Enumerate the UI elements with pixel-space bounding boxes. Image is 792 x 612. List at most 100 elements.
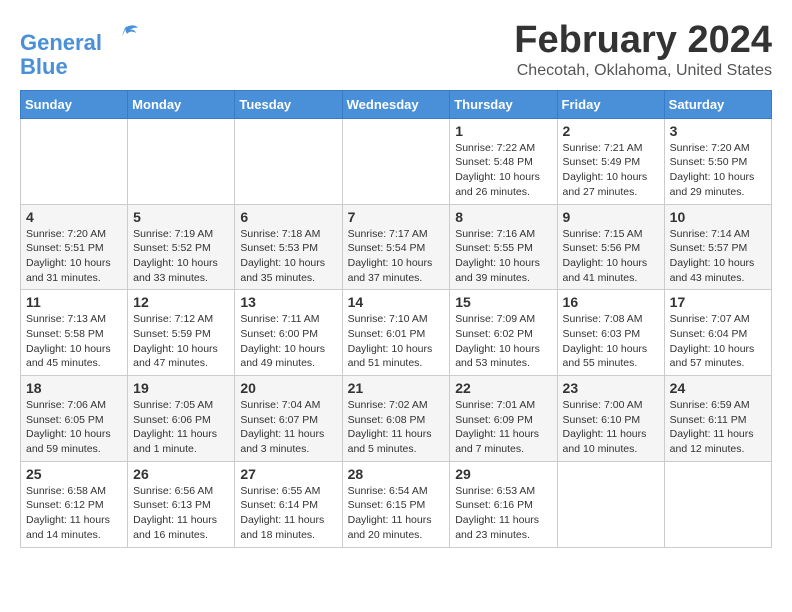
- calendar-cell: 2 Sunrise: 7:21 AM Sunset: 5:49 PM Daylig…: [557, 118, 664, 204]
- logo-blue: Blue: [20, 54, 68, 79]
- day-info: Sunrise: 6:53 AM Sunset: 6:16 PM Dayligh…: [455, 484, 551, 543]
- calendar-cell: 8 Sunrise: 7:16 AM Sunset: 5:55 PM Daylig…: [450, 204, 557, 290]
- day-number: 16: [563, 294, 659, 310]
- calendar-cell: 1 Sunrise: 7:22 AM Sunset: 5:48 PM Daylig…: [450, 118, 557, 204]
- calendar-cell: [664, 461, 771, 547]
- day-number: 15: [455, 294, 551, 310]
- calendar-cell: 22 Sunrise: 7:01 AM Sunset: 6:09 PM Dayli…: [450, 376, 557, 462]
- calendar-cell: 7 Sunrise: 7:17 AM Sunset: 5:54 PM Daylig…: [342, 204, 450, 290]
- calendar-cell: 10 Sunrise: 7:14 AM Sunset: 5:57 PM Dayli…: [664, 204, 771, 290]
- calendar-cell: 20 Sunrise: 7:04 AM Sunset: 6:07 PM Dayli…: [235, 376, 342, 462]
- day-number: 3: [670, 123, 766, 139]
- day-number: 7: [348, 209, 445, 225]
- calendar-cell: 28 Sunrise: 6:54 AM Sunset: 6:15 PM Dayli…: [342, 461, 450, 547]
- calendar-cell: 12 Sunrise: 7:12 AM Sunset: 5:59 PM Dayli…: [128, 290, 235, 376]
- calendar-cell: 9Sunrise: 7:15 AM Sunset: 5:56 PM Daylig…: [557, 204, 664, 290]
- calendar-cell: 25Sunrise: 6:58 AM Sunset: 6:12 PM Dayli…: [21, 461, 128, 547]
- calendar-cell: [557, 461, 664, 547]
- day-info: Sunrise: 6:56 AM Sunset: 6:13 PM Dayligh…: [133, 484, 229, 543]
- day-info: Sunrise: 7:05 AM Sunset: 6:06 PM Dayligh…: [133, 398, 229, 457]
- calendar-header-wednesday: Wednesday: [342, 90, 450, 118]
- day-number: 10: [670, 209, 766, 225]
- day-number: 17: [670, 294, 766, 310]
- calendar-header-row: SundayMondayTuesdayWednesdayThursdayFrid…: [21, 90, 772, 118]
- day-info: Sunrise: 7:21 AM Sunset: 5:49 PM Dayligh…: [563, 141, 659, 200]
- day-number: 29: [455, 466, 551, 482]
- day-number: 2: [563, 123, 659, 139]
- calendar-cell: 6 Sunrise: 7:18 AM Sunset: 5:53 PM Daylig…: [235, 204, 342, 290]
- day-number: 23: [563, 380, 659, 396]
- calendar-cell: 14 Sunrise: 7:10 AM Sunset: 6:01 PM Dayli…: [342, 290, 450, 376]
- calendar-cell: 13Sunrise: 7:11 AM Sunset: 6:00 PM Dayli…: [235, 290, 342, 376]
- day-number: 28: [348, 466, 445, 482]
- day-info: Sunrise: 7:02 AM Sunset: 6:08 PM Dayligh…: [348, 398, 445, 457]
- calendar-header-sunday: Sunday: [21, 90, 128, 118]
- day-info: Sunrise: 6:54 AM Sunset: 6:15 PM Dayligh…: [348, 484, 445, 543]
- day-info: Sunrise: 6:55 AM Sunset: 6:14 PM Dayligh…: [240, 484, 336, 543]
- day-number: 8: [455, 209, 551, 225]
- day-number: 6: [240, 209, 336, 225]
- day-info: Sunrise: 7:04 AM Sunset: 6:07 PM Dayligh…: [240, 398, 336, 457]
- day-number: 25: [26, 466, 122, 482]
- day-number: 4: [26, 209, 122, 225]
- calendar-header-saturday: Saturday: [664, 90, 771, 118]
- day-info: Sunrise: 7:09 AM Sunset: 6:02 PM Dayligh…: [455, 312, 551, 371]
- calendar-cell: 4 Sunrise: 7:20 AM Sunset: 5:51 PM Daylig…: [21, 204, 128, 290]
- day-number: 26: [133, 466, 229, 482]
- calendar-week-4: 18Sunrise: 7:06 AM Sunset: 6:05 PM Dayli…: [21, 376, 772, 462]
- calendar-cell: 24 Sunrise: 6:59 AM Sunset: 6:11 PM Dayli…: [664, 376, 771, 462]
- calendar-table: SundayMondayTuesdayWednesdayThursdayFrid…: [20, 90, 772, 548]
- calendar-week-2: 4 Sunrise: 7:20 AM Sunset: 5:51 PM Daylig…: [21, 204, 772, 290]
- calendar-cell: [342, 118, 450, 204]
- day-info: Sunrise: 7:18 AM Sunset: 5:53 PM Dayligh…: [240, 227, 336, 286]
- calendar-cell: 21 Sunrise: 7:02 AM Sunset: 6:08 PM Dayli…: [342, 376, 450, 462]
- page-header: General Blue February 2024 Checotah, Okl…: [20, 20, 772, 80]
- day-info: Sunrise: 7:11 AM Sunset: 6:00 PM Dayligh…: [240, 312, 336, 371]
- day-info: Sunrise: 7:00 AM Sunset: 6:10 PM Dayligh…: [563, 398, 659, 457]
- day-number: 20: [240, 380, 336, 396]
- day-info: Sunrise: 7:08 AM Sunset: 6:03 PM Dayligh…: [563, 312, 659, 371]
- day-info: Sunrise: 7:07 AM Sunset: 6:04 PM Dayligh…: [670, 312, 766, 371]
- month-title: February 2024: [514, 20, 772, 62]
- calendar-header-monday: Monday: [128, 90, 235, 118]
- day-info: Sunrise: 7:19 AM Sunset: 5:52 PM Dayligh…: [133, 227, 229, 286]
- calendar-cell: 29 Sunrise: 6:53 AM Sunset: 6:16 PM Dayli…: [450, 461, 557, 547]
- logo: General Blue: [20, 20, 140, 79]
- day-info: Sunrise: 7:15 AM Sunset: 5:56 PM Dayligh…: [563, 227, 659, 286]
- calendar-header-tuesday: Tuesday: [235, 90, 342, 118]
- calendar-cell: 11 Sunrise: 7:13 AM Sunset: 5:58 PM Dayli…: [21, 290, 128, 376]
- day-info: Sunrise: 7:17 AM Sunset: 5:54 PM Dayligh…: [348, 227, 445, 286]
- calendar-cell: 3Sunrise: 7:20 AM Sunset: 5:50 PM Daylig…: [664, 118, 771, 204]
- day-info: Sunrise: 7:20 AM Sunset: 5:51 PM Dayligh…: [26, 227, 122, 286]
- calendar-cell: 19 Sunrise: 7:05 AM Sunset: 6:06 PM Dayli…: [128, 376, 235, 462]
- day-number: 27: [240, 466, 336, 482]
- calendar-cell: [235, 118, 342, 204]
- day-number: 1: [455, 123, 551, 139]
- day-number: 5: [133, 209, 229, 225]
- day-number: 11: [26, 294, 122, 310]
- day-info: Sunrise: 7:14 AM Sunset: 5:57 PM Dayligh…: [670, 227, 766, 286]
- day-info: Sunrise: 6:59 AM Sunset: 6:11 PM Dayligh…: [670, 398, 766, 457]
- day-number: 19: [133, 380, 229, 396]
- calendar-cell: 26 Sunrise: 6:56 AM Sunset: 6:13 PM Dayli…: [128, 461, 235, 547]
- calendar-cell: 17 Sunrise: 7:07 AM Sunset: 6:04 PM Dayli…: [664, 290, 771, 376]
- calendar-header-thursday: Thursday: [450, 90, 557, 118]
- logo-general: General: [20, 30, 102, 55]
- day-info: Sunrise: 7:10 AM Sunset: 6:01 PM Dayligh…: [348, 312, 445, 371]
- day-number: 24: [670, 380, 766, 396]
- calendar-cell: [21, 118, 128, 204]
- day-info: Sunrise: 7:13 AM Sunset: 5:58 PM Dayligh…: [26, 312, 122, 371]
- day-number: 18: [26, 380, 122, 396]
- calendar-week-3: 11 Sunrise: 7:13 AM Sunset: 5:58 PM Dayli…: [21, 290, 772, 376]
- calendar-cell: 15 Sunrise: 7:09 AM Sunset: 6:02 PM Dayli…: [450, 290, 557, 376]
- day-number: 12: [133, 294, 229, 310]
- day-number: 21: [348, 380, 445, 396]
- day-info: Sunrise: 7:01 AM Sunset: 6:09 PM Dayligh…: [455, 398, 551, 457]
- location-subtitle: Checotah, Oklahoma, United States: [514, 62, 772, 80]
- day-info: Sunrise: 7:12 AM Sunset: 5:59 PM Dayligh…: [133, 312, 229, 371]
- day-info: Sunrise: 7:16 AM Sunset: 5:55 PM Dayligh…: [455, 227, 551, 286]
- day-info: Sunrise: 7:22 AM Sunset: 5:48 PM Dayligh…: [455, 141, 551, 200]
- day-number: 14: [348, 294, 445, 310]
- day-number: 22: [455, 380, 551, 396]
- calendar-cell: 16 Sunrise: 7:08 AM Sunset: 6:03 PM Dayli…: [557, 290, 664, 376]
